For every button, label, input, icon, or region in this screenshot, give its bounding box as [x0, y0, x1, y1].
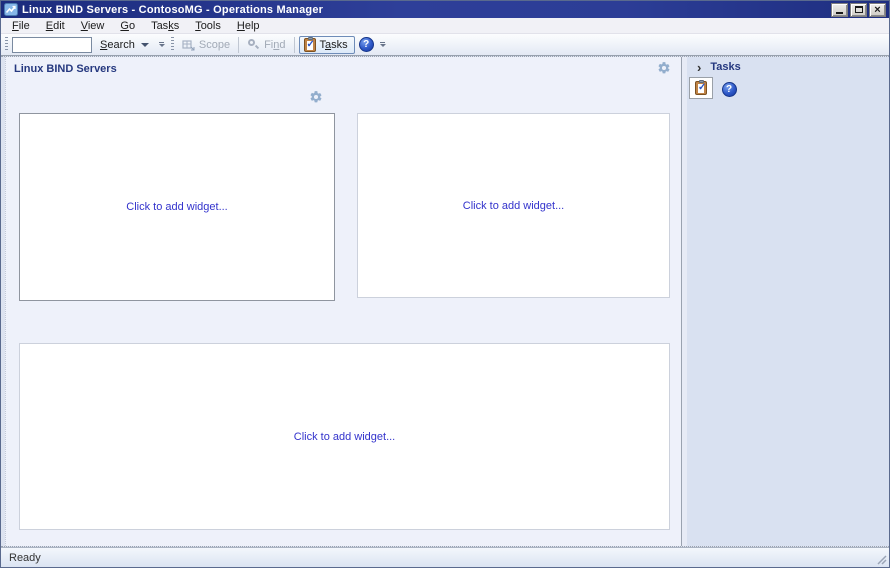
- tasks-pane-tabs: ✓ ?: [687, 75, 889, 99]
- toolbar-overflow-button[interactable]: [157, 42, 167, 47]
- status-bar: Ready: [1, 547, 889, 567]
- scope-button[interactable]: Scope: [178, 36, 234, 53]
- tasks-toggle-button[interactable]: ✓ Tasks: [299, 36, 355, 54]
- help-button[interactable]: ?: [359, 37, 374, 52]
- widget-settings-gear-icon[interactable]: [309, 90, 323, 104]
- tab-help[interactable]: ?: [718, 79, 740, 99]
- app-icon: [4, 3, 18, 16]
- search-input[interactable]: [12, 37, 92, 53]
- main-area: Linux BIND Servers Click to add widget..…: [1, 56, 889, 547]
- toolbar-separator: [294, 37, 295, 53]
- dashboard-content: Linux BIND Servers Click to add widget..…: [5, 57, 681, 546]
- widget-cell-add[interactable]: Click to add widget...: [19, 113, 335, 301]
- close-icon: ×: [874, 5, 880, 15]
- menu-item-tasks[interactable]: Tasks: [143, 19, 187, 33]
- tasks-clipboard-icon: ✓: [695, 81, 707, 95]
- search-dropdown-arrow-icon: [141, 43, 149, 47]
- menu-item-edit[interactable]: Edit: [38, 19, 73, 33]
- find-magnifier-icon: [247, 38, 260, 51]
- status-text: Ready: [9, 552, 41, 564]
- search-button[interactable]: Search: [96, 37, 153, 53]
- menu-item-view[interactable]: View: [73, 19, 113, 33]
- window-title: Linux BIND Servers - ContosoMG - Operati…: [22, 4, 827, 16]
- add-widget-link: Click to add widget...: [126, 201, 228, 213]
- page-title: Linux BIND Servers: [14, 63, 117, 75]
- menu-item-go[interactable]: Go: [112, 19, 143, 33]
- view-settings-gear-icon[interactable]: [657, 61, 671, 75]
- tasks-clipboard-icon: ✓: [304, 38, 316, 52]
- find-button[interactable]: Find: [243, 36, 289, 53]
- window-controls: ×: [831, 3, 886, 17]
- toolbar-drag-grip[interactable]: [171, 37, 174, 52]
- maximize-button[interactable]: [850, 3, 867, 17]
- menu-item-tools[interactable]: Tools: [187, 19, 229, 33]
- tasks-pane: › Tasks ✓ ?: [687, 57, 889, 546]
- add-widget-link: Click to add widget...: [463, 200, 565, 212]
- add-widget-link: Click to add widget...: [294, 431, 396, 443]
- help-icon: ?: [722, 82, 737, 97]
- help-icon: ?: [363, 39, 369, 50]
- widget-cell-add[interactable]: Click to add widget...: [357, 113, 670, 298]
- maximize-icon: [855, 6, 863, 13]
- toolbar: Search Scope Find ✓ Tasks: [1, 34, 889, 56]
- menu-item-help[interactable]: Help: [229, 19, 268, 33]
- tasks-pane-header: › Tasks: [687, 57, 889, 75]
- collapse-pane-chevron-icon[interactable]: ›: [697, 62, 701, 73]
- app-window: Linux BIND Servers - ContosoMG - Operati…: [0, 0, 890, 568]
- toolbar-drag-grip[interactable]: [5, 37, 8, 52]
- tab-tasks[interactable]: ✓: [689, 77, 713, 99]
- resize-grip[interactable]: [875, 553, 887, 565]
- tasks-pane-title: Tasks: [710, 61, 740, 73]
- tasks-pane-body: [687, 99, 889, 546]
- minimize-button[interactable]: [831, 3, 848, 17]
- titlebar: Linux BIND Servers - ContosoMG - Operati…: [1, 1, 889, 18]
- scope-icon: [182, 38, 195, 51]
- menubar: File Edit View Go Tasks Tools Help: [1, 18, 889, 34]
- menu-item-file[interactable]: File: [4, 19, 38, 33]
- widget-cell-add[interactable]: Click to add widget...: [19, 343, 670, 530]
- toolbar-overflow-button[interactable]: [378, 42, 388, 47]
- close-button[interactable]: ×: [869, 3, 886, 17]
- minimize-icon: [836, 12, 843, 14]
- toolbar-separator: [238, 37, 239, 53]
